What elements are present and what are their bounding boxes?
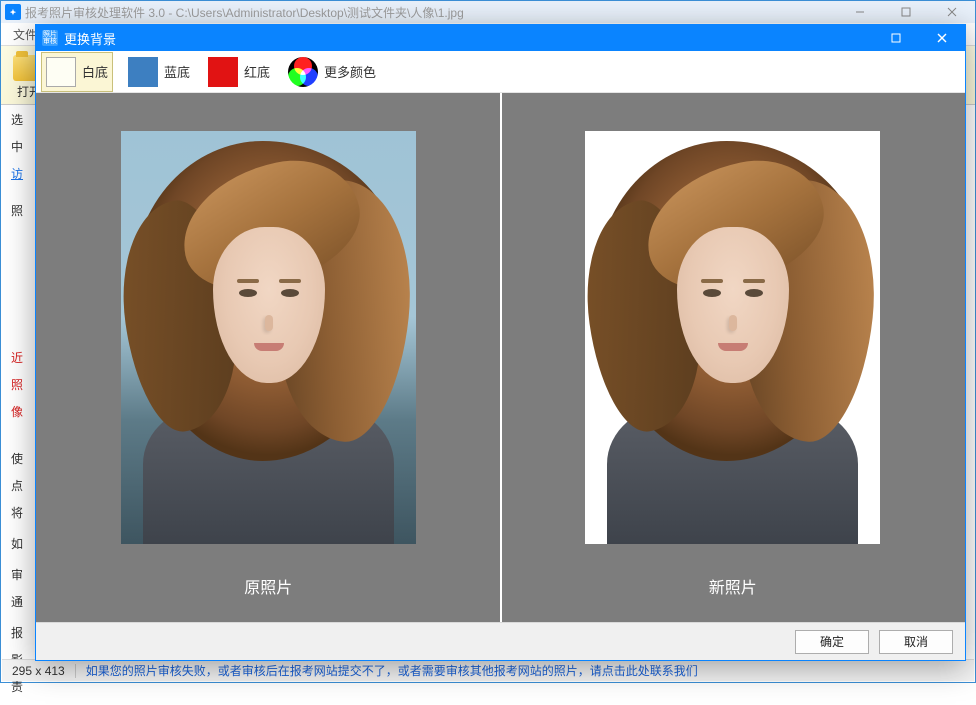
main-minimize-button[interactable] [837, 1, 883, 23]
bg-option-label: 更多颜色 [324, 62, 376, 81]
sidebar-line: 近 [11, 349, 33, 366]
menu-file[interactable]: 文件 [13, 26, 37, 43]
pane-divider [500, 93, 502, 622]
ok-button[interactable]: 确定 [795, 630, 869, 654]
new-photo [585, 131, 880, 544]
main-titlebar: ✦ 报考照片审核处理软件 3.0 - C:\Users\Administrato… [1, 1, 975, 23]
sidebar-line: 中 [11, 138, 33, 155]
sidebar-line: 使 [11, 450, 33, 467]
sidebar-line: 通 [11, 593, 33, 610]
original-pane: 原照片 [36, 93, 501, 622]
bg-option-red[interactable]: 红底 [206, 55, 272, 89]
sidebar-line: 点 [11, 477, 33, 494]
sidebar-line: 审 [11, 566, 33, 583]
cancel-button[interactable]: 取消 [879, 630, 953, 654]
bg-option-label: 红底 [244, 62, 270, 81]
dialog-close-button[interactable] [919, 25, 965, 51]
sidebar-line: 访 [11, 165, 33, 182]
dialog-icon: 照片 审核 [42, 30, 58, 46]
bg-option-more-colors[interactable]: 更多颜色 [286, 55, 378, 89]
background-color-toolbar: 白底 蓝底 红底 更多颜色 [36, 51, 965, 93]
sidebar-line: 将 [11, 504, 33, 521]
bg-option-white[interactable]: 白底 [42, 53, 112, 91]
app-icon: ✦ [5, 4, 21, 20]
sidebar-line: 照 [11, 376, 33, 393]
sidebar-line: 如 [11, 535, 33, 552]
image-compare-area: 原照片 新照片 [36, 93, 965, 622]
dialog-title: 更换背景 [64, 29, 116, 48]
new-caption: 新照片 [709, 574, 757, 598]
blue-swatch-icon [128, 57, 158, 87]
red-swatch-icon [208, 57, 238, 87]
main-window-title: 报考照片审核处理软件 3.0 - C:\Users\Administrator\… [25, 4, 464, 21]
dialog-footer: 确定 取消 [36, 622, 965, 660]
white-swatch-icon [46, 57, 76, 87]
bg-option-label: 蓝底 [164, 62, 190, 81]
status-hint-link[interactable]: 如果您的照片审核失败，或者审核后在报考网站提交不了，或者需要审核其他报考网站的照… [76, 662, 974, 679]
sidebar-line: 选 [11, 111, 33, 128]
new-pane: 新照片 [501, 93, 966, 622]
more-colors-icon [288, 57, 318, 87]
original-caption: 原照片 [244, 574, 292, 598]
left-sidebar-text: 选 中 访 照 近 照 像 使 点 将 如 审 通 报 影 责 [11, 111, 33, 705]
dialog-maximize-button[interactable] [873, 25, 919, 51]
bg-option-label: 白底 [82, 62, 108, 81]
status-dimensions: 295 x 413 [2, 664, 76, 678]
status-bar: 295 x 413 如果您的照片审核失败，或者审核后在报考网站提交不了，或者需要… [2, 659, 974, 681]
main-close-button[interactable] [929, 1, 975, 23]
main-maximize-button[interactable] [883, 1, 929, 23]
sidebar-line: 报 [11, 624, 33, 641]
change-background-dialog: 照片 审核 更换背景 白底 蓝底 红底 更多颜色 [35, 24, 966, 661]
dialog-titlebar: 照片 审核 更换背景 [36, 25, 965, 51]
sidebar-line: 照 [11, 202, 33, 219]
bg-option-blue[interactable]: 蓝底 [126, 55, 192, 89]
original-photo [121, 131, 416, 544]
sidebar-line: 像 [11, 403, 33, 420]
